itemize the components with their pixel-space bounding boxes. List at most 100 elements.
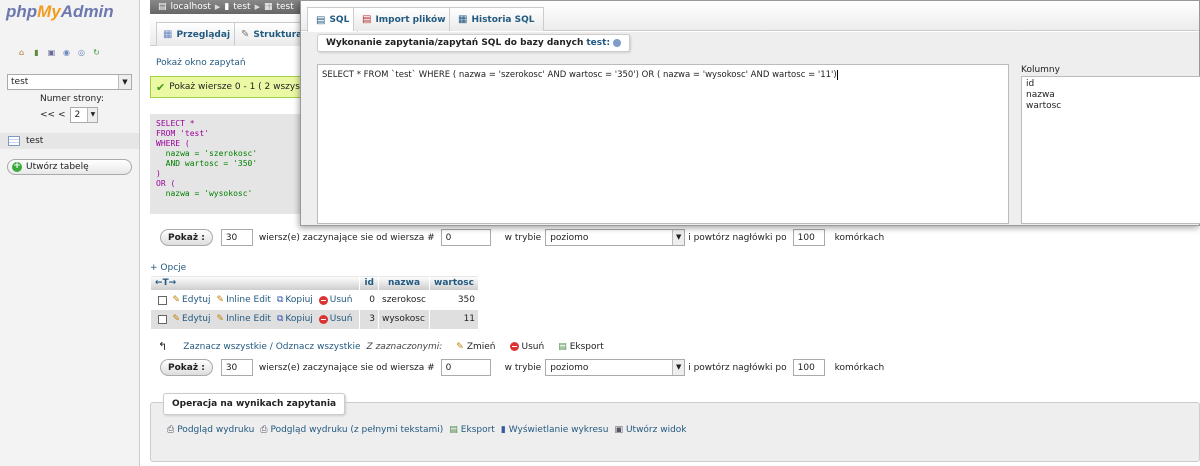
show-button[interactable]: Pokaż : [160,229,213,246]
help-icon[interactable] [613,39,622,47]
breadcrumb-db[interactable]: test [233,2,250,12]
sql-editor[interactable]: SELECT * FROM `test` WHERE ( nazwa = 'sz… [317,64,1009,224]
nav-icon-bar: ⌂ ▮ ▣ ◉ ◎ ↻ [16,47,102,58]
server-icon: ▤ [158,2,167,12]
view-icon: ▣ [614,425,623,435]
sql-line: SELECT * [156,119,195,128]
navigation-panel: phpMyAdmin ⌂ ▮ ▣ ◉ ◎ ↻ test ▼ Numer stro… [0,0,140,466]
delete-link[interactable]: Usuń [318,295,352,305]
arrow-up-left-icon: ↰ [158,340,168,353]
repeat-headers-input[interactable]: 100 [792,229,825,246]
show-button[interactable]: Pokaż : [160,359,213,376]
docs-icon[interactable]: ◉ [61,47,72,58]
inline-edit-link[interactable]: ✎ Inline Edit [217,314,271,324]
bulk-change-button[interactable]: ✎ Zmień [456,342,495,352]
operations-legend: Operacja na wynikach zapytania [163,393,346,415]
query-window-tabs: ▤ SQL ▤ Import plików ▦ Historia SQL [301,1,1199,32]
printer-icon: ⎙ [167,425,175,435]
logout-icon[interactable]: ▮ [31,47,42,58]
results-table: ←T→ id nazwa wartosc ✎ Edytuj ✎ Inline Edi… [149,275,480,329]
options-link[interactable]: + Opcje [150,263,186,273]
delete-link[interactable]: Usuń [318,314,352,324]
import-icon: ▤ [362,14,372,25]
pager-prev-link[interactable]: << < [40,110,65,120]
export-icon: ▤ [558,341,567,352]
columns-label: Kolumny [1021,65,1060,75]
select-all-link[interactable]: Zaznacz wszystkie / Odznacz wszystkie [183,342,360,352]
sql-line: WHERE ( [156,139,190,148]
cell-nazwa: szerokosc [378,290,430,310]
table-row: ✎ Edytuj ✎ Inline Edit ⧉ Kopiuj Usuń 0 szer… [150,290,480,310]
phpmyadmin-logo[interactable]: phpMyAdmin [6,2,114,22]
copy-icon: ⧉ [276,295,284,306]
table-row: ✎ Edytuj ✎ Inline Edit ⧉ Kopiuj Usuń 3 wyso… [150,309,480,329]
home-icon[interactable]: ⌂ [16,47,27,58]
column-header-id[interactable]: id [359,275,379,291]
start-row-input[interactable]: 0 [440,229,491,246]
sql-line: nazwa = 'wysokosc' [156,189,253,198]
tab-browse[interactable]: ▦ Przeglądaj [156,22,238,46]
edit-link[interactable]: ✎ Edytuj [173,295,211,305]
tab-structure[interactable]: ✎ Struktura [234,22,310,46]
database-link[interactable]: test: [586,38,610,48]
pencil-icon: ✎ [216,295,225,306]
pencil-icon: ✎ [172,295,181,306]
reload-icon[interactable]: ↻ [91,47,102,58]
cell-wartosc: 350 [429,290,480,310]
breadcrumb-table[interactable]: test [276,2,293,12]
pencil-icon: ✎ [172,314,181,324]
display-chart-link[interactable]: ▮ Wyświetlanie wykresu [501,425,609,435]
rows-input[interactable]: 30 [220,359,253,376]
table-icon [8,136,20,146]
delete-icon [318,314,328,324]
column-option[interactable]: wartosc [1026,101,1196,112]
chevron-down-icon: ▼ [672,230,685,245]
create-table-button[interactable]: + Utwórz tabelę [7,159,132,175]
print-view-link[interactable]: ⎙ Podgląd wydruku [167,425,254,435]
rows-input[interactable]: 30 [220,229,253,246]
copy-link[interactable]: ⧉ Kopiuj [277,314,313,324]
delete-icon [509,342,519,351]
tab-import[interactable]: ▤ Import plików [353,7,455,31]
check-icon: ✔ [156,80,166,94]
breadcrumb-server[interactable]: localhost [171,2,211,12]
start-row-input[interactable]: 0 [440,359,491,376]
column-option[interactable]: id [1026,79,1196,90]
browse-icon: ▦ [163,29,173,40]
export-link[interactable]: ▤ Eksport [449,425,495,435]
show-query-window-link[interactable]: Pokaż okno zapytań [156,58,246,68]
columns-list[interactable]: id nazwa wartosc [1021,76,1200,224]
mode-select[interactable]: poziomo ▼ [545,359,686,376]
print-view-full-link[interactable]: ⎙ Podgląd wydruku (z pełnymi tekstami) [260,425,443,435]
row-checkbox[interactable] [157,295,167,305]
plus-icon: + [12,161,22,172]
inline-edit-link[interactable]: ✎ Inline Edit [217,295,271,305]
tree-item-test[interactable]: test [0,133,139,149]
cell-id: 0 [359,290,379,310]
column-arrows[interactable]: ←T→ [149,275,361,291]
column-option[interactable]: nazwa [1026,90,1196,101]
column-header-nazwa[interactable]: nazwa [378,275,430,291]
chevron-down-icon: ▼ [672,360,685,375]
repeat-headers-input[interactable]: 100 [792,359,825,376]
navigation-controls-bottom: Pokaż : 30 wiersz(e) zaczynające sie od … [160,359,884,376]
bulk-export-button[interactable]: ▤ Eksport [558,342,604,352]
mode-select[interactable]: poziomo ▼ [545,229,686,246]
bulk-delete-button[interactable]: Usuń [509,342,544,352]
tab-history[interactable]: ▦ Historia SQL [449,7,544,31]
help-icon[interactable]: ◎ [76,47,87,58]
database-select[interactable]: test ▼ [7,74,132,90]
sql-line: nazwa = 'szerokosc' [156,149,258,158]
table-icon: ▦ [263,2,273,12]
tab-sql[interactable]: ▤ SQL [307,7,359,32]
create-view-link[interactable]: ▣ Utwórz widok [614,425,686,435]
sql-line: OR ( [156,179,176,188]
row-checkbox[interactable] [157,314,167,324]
page-select[interactable]: 2 ▼ [70,107,99,123]
edit-link[interactable]: ✎ Edytuj [173,314,211,324]
query-window-icon[interactable]: ▣ [46,47,57,58]
copy-link[interactable]: ⧉ Kopiuj [277,295,313,305]
text-cursor [836,70,838,80]
chart-icon: ▮ [500,425,506,435]
column-header-wartosc[interactable]: wartosc [428,275,480,291]
